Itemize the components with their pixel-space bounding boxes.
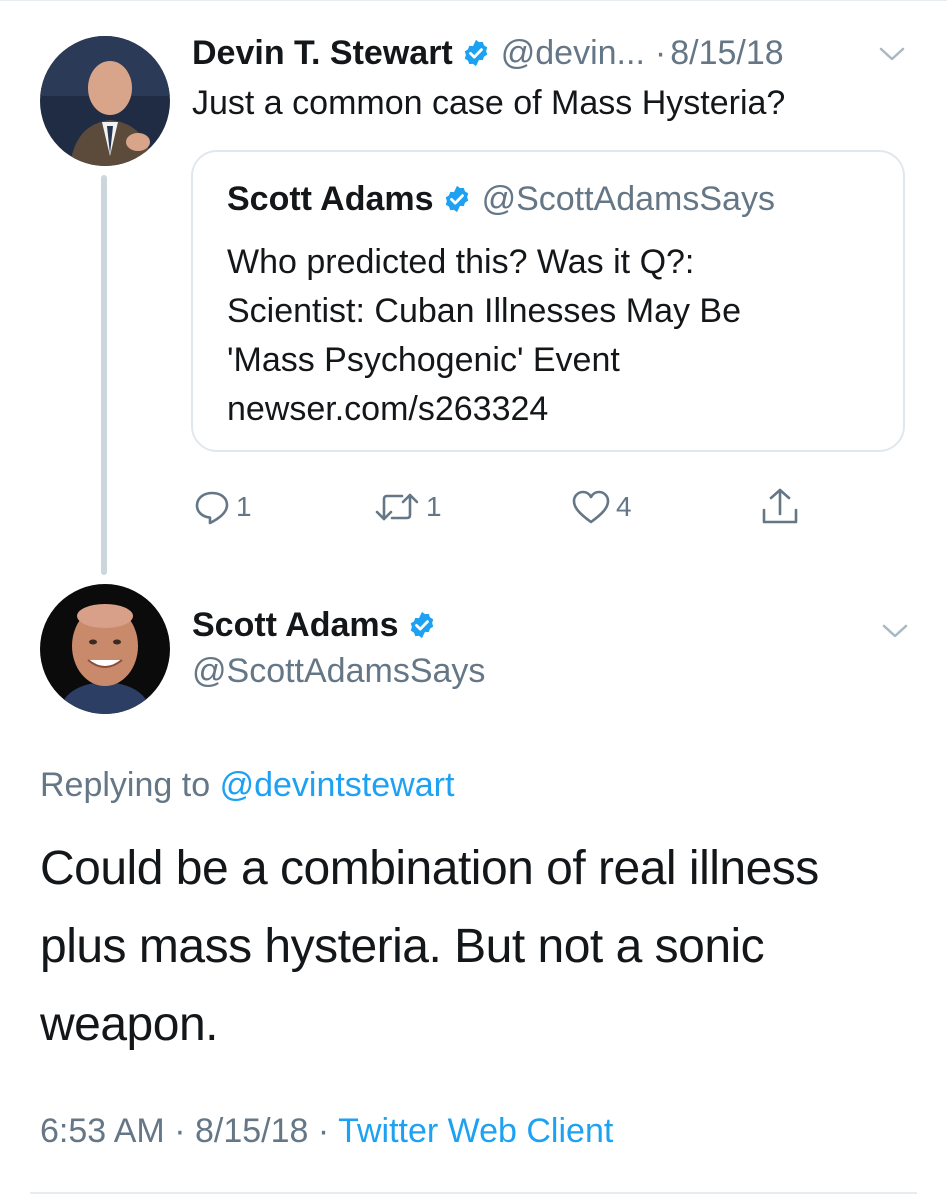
tweet-meta: 6:53 AM · 8/15/18 · Twitter Web Client: [40, 1108, 613, 1154]
quoted-tweet-header: Scott Adams @ScottAdamsSays: [227, 176, 775, 222]
retweet-icon: [372, 487, 422, 527]
verified-badge-icon: [461, 38, 491, 68]
retweet-button[interactable]: 1: [372, 486, 442, 528]
replying-to-line: Replying to @devintstewart: [40, 762, 454, 808]
top-divider: [0, 0, 947, 1]
reply-text-line: plus mass hysteria. But not a sonic: [40, 920, 765, 973]
reply-bubble-icon: [192, 487, 232, 527]
reply-tweet-text: Could be a combination of real illness p…: [40, 830, 920, 1064]
chevron-down-icon[interactable]: [877, 44, 907, 64]
thread-connector-line: [101, 175, 107, 575]
separator-dot: ·: [654, 33, 667, 72]
like-button[interactable]: 4: [570, 486, 632, 528]
avatar-devin-stewart[interactable]: [40, 36, 170, 166]
reply-text-line: Could be a combination of real illness: [40, 842, 819, 895]
verified-badge-icon: [407, 610, 437, 640]
quoted-text-line: Scientist: Cuban Illnesses May Be: [227, 292, 742, 330]
retweet-count: 1: [426, 491, 442, 522]
reply-button[interactable]: 1: [192, 486, 252, 528]
quoted-display-name: Scott Adams: [227, 179, 434, 218]
quoted-text-line: 'Mass Psychogenic' Event: [227, 341, 620, 379]
reply-text-line: weapon.: [40, 998, 218, 1051]
avatar-scott-adams[interactable]: [40, 584, 170, 714]
chevron-down-icon[interactable]: [880, 621, 910, 641]
tweet-date[interactable]: 8/15/18: [195, 1112, 308, 1150]
replying-to-mention[interactable]: @devintstewart: [220, 766, 455, 804]
separator-dot: ·: [174, 1112, 186, 1150]
quoted-text-line: Who predicted this? Was it Q?:: [227, 243, 695, 281]
like-count: 4: [616, 491, 632, 522]
reply-display-name[interactable]: Scott Adams: [192, 606, 399, 645]
quoted-link: newser.com/s263324: [227, 390, 549, 428]
quoted-tweet-text: Who predicted this? Was it Q?: Scientist…: [227, 238, 741, 434]
verified-badge-icon: [442, 184, 472, 214]
reply-tweet-header: Scott Adams: [192, 602, 437, 648]
heart-icon: [570, 487, 612, 527]
parent-display-name[interactable]: Devin T. Stewart: [192, 34, 453, 73]
separator-dot: ·: [317, 1112, 330, 1150]
parent-tweet-header: Devin T. Stewart @devin... · 8/15/18: [192, 30, 784, 76]
reply-count: 1: [236, 491, 252, 522]
quoted-handle: @ScottAdamsSays: [481, 179, 775, 218]
parent-tweet-text: Just a common case of Mass Hysteria?: [192, 84, 786, 122]
quoted-tweet-card[interactable]: Scott Adams @ScottAdamsSays Who predicte…: [191, 150, 905, 452]
tweet-source-link[interactable]: Twitter Web Client: [338, 1112, 613, 1150]
parent-handle[interactable]: @devin...: [501, 34, 645, 73]
tweet-time[interactable]: 6:53 AM: [40, 1112, 165, 1150]
share-icon: [758, 486, 802, 528]
replying-to-label: Replying to: [40, 766, 211, 804]
parent-date[interactable]: 8/15/18: [670, 34, 783, 73]
share-button[interactable]: [758, 486, 802, 528]
bottom-divider: [30, 1192, 917, 1194]
reply-handle[interactable]: @ScottAdamsSays: [192, 648, 485, 694]
